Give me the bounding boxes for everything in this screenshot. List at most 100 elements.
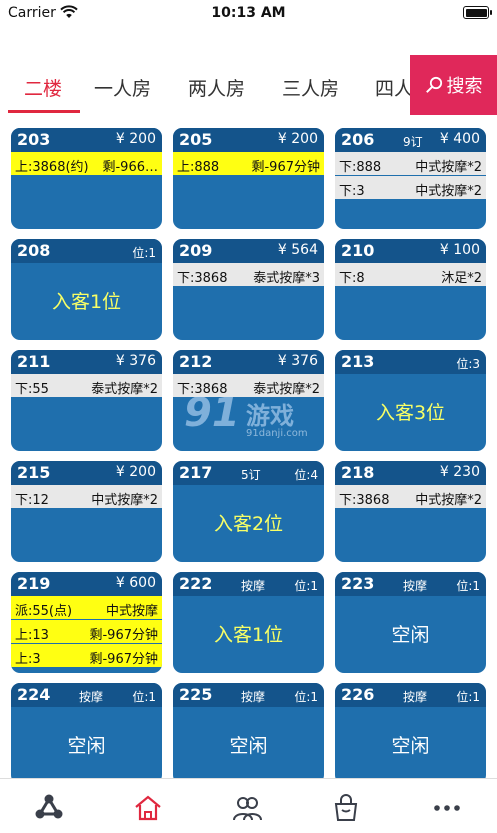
room-seats: 位:1: [132, 246, 156, 260]
room-tag: 按摩: [403, 690, 428, 704]
search-button[interactable]: 搜索: [410, 55, 497, 115]
room-seats: 位:1: [294, 690, 318, 704]
room-header: 225 按摩 位:1: [173, 683, 324, 707]
room-card[interactable]: 223 按摩 位:1 空闲: [335, 572, 486, 673]
service-staff: 上:3: [15, 652, 41, 667]
room-card[interactable]: 213 位:3 入客3位: [335, 350, 486, 451]
room-card[interactable]: 205 ¥ 200 上:888 剩-967分钟: [173, 128, 324, 229]
home-icon[interactable]: [133, 793, 163, 823]
room-number: 219: [17, 574, 51, 593]
room-price: ¥ 564: [277, 242, 318, 258]
room-status-occupied: 入客1位: [213, 624, 284, 646]
room-number: 213: [341, 352, 375, 371]
more-icon[interactable]: [432, 793, 462, 823]
network-icon[interactable]: [34, 793, 64, 823]
room-price: ¥ 376: [277, 353, 318, 369]
tab-floor-2[interactable]: 二楼: [24, 74, 62, 101]
room-number: 211: [17, 352, 51, 371]
service-detail: 中式按摩*2: [415, 160, 482, 175]
room-price: ¥ 200: [115, 131, 156, 147]
room-card[interactable]: 222 按摩 位:1 入客1位: [173, 572, 324, 673]
room-service-line: 下:3868 泰式按摩*3: [173, 263, 324, 286]
room-service-line: 下:12 中式按摩*2: [11, 485, 162, 508]
room-number: 226: [341, 685, 375, 704]
room-number: 208: [17, 241, 51, 260]
room-price: ¥ 200: [277, 131, 318, 147]
room-price: ¥ 200: [115, 464, 156, 480]
room-card[interactable]: 209 ¥ 564 下:3868 泰式按摩*3: [173, 239, 324, 340]
room-number: 206: [341, 130, 375, 149]
service-staff: 下:3868: [177, 271, 228, 286]
service-detail: 剩-967分钟: [89, 628, 158, 643]
room-seats: 位:1: [456, 579, 480, 593]
room-card[interactable]: 218 ¥ 230 下:3868 中式按摩*2: [335, 461, 486, 562]
room-card[interactable]: 206 9订 ¥ 400 下:888 中式按摩*2 下:3 中式按摩*2: [335, 128, 486, 229]
room-number: 210: [341, 241, 375, 260]
room-tag: 9订: [403, 135, 423, 149]
service-detail: 沐足*2: [441, 271, 482, 286]
room-card[interactable]: 217 5订 位:4 入客2位: [173, 461, 324, 562]
room-seats: 位:1: [456, 690, 480, 704]
room-tag: 5订: [241, 468, 261, 482]
room-header: 224 按摩 位:1: [11, 683, 162, 707]
search-icon: [425, 76, 442, 93]
room-card[interactable]: 210 ¥ 100 下:8 沐足*2: [335, 239, 486, 340]
tab-double-room[interactable]: 两人房: [188, 74, 245, 101]
service-detail: 剩-966…: [102, 160, 158, 175]
room-header: 223 按摩 位:1: [335, 572, 486, 596]
room-header: 209 ¥ 564: [173, 239, 324, 263]
service-detail: 中式按摩*2: [415, 493, 482, 508]
room-card[interactable]: 211 ¥ 376 下:55 泰式按摩*2: [11, 350, 162, 451]
room-card[interactable]: 219 ¥ 600 派:55(点) 中式按摩 上:13 剩-967分钟 上:3 剩-967分钟: [11, 572, 162, 673]
room-header: 211 ¥ 376: [11, 350, 162, 374]
room-number: 215: [17, 463, 51, 482]
room-tag: 按摩: [241, 579, 266, 593]
room-price: ¥ 230: [439, 464, 480, 480]
room-header: 205 ¥ 200: [173, 128, 324, 152]
room-service-line: 派:55(点) 中式按摩: [11, 596, 162, 619]
room-header: 218 ¥ 230: [335, 461, 486, 485]
room-seats: 位:4: [294, 468, 318, 482]
room-number: 224: [17, 685, 51, 704]
room-header: 206 9订 ¥ 400: [335, 128, 486, 152]
service-staff: 上:888: [177, 160, 220, 175]
room-number: 203: [17, 130, 51, 149]
room-header: 219 ¥ 600: [11, 572, 162, 596]
room-price: ¥ 376: [115, 353, 156, 369]
search-label: 搜索: [446, 76, 483, 97]
room-service-line: 下:3868 中式按摩*2: [335, 485, 486, 508]
service-detail: 泰式按摩*3: [253, 271, 320, 286]
room-card[interactable]: 208 位:1 入客1位: [11, 239, 162, 340]
room-card[interactable]: 225 按摩 位:1 空闲: [173, 683, 324, 784]
room-tag: 按摩: [79, 690, 104, 704]
service-staff: 下:55: [15, 382, 49, 397]
room-tag: 按摩: [403, 579, 428, 593]
tab-quad-room[interactable]: 四人: [375, 74, 410, 101]
room-service-line: 上:13 剩-967分钟: [11, 620, 162, 643]
service-staff: 下:12: [15, 493, 49, 508]
tab-triple-room[interactable]: 三人房: [282, 74, 339, 101]
room-service-line: 上:3 剩-967分钟: [11, 644, 162, 667]
bottom-navigation: [0, 778, 497, 833]
room-header: 212 ¥ 376: [173, 350, 324, 374]
room-status-occupied: 入客1位: [51, 291, 122, 313]
room-card[interactable]: 224 按摩 位:1 空闲: [11, 683, 162, 784]
room-service-line: 下:3 中式按摩*2: [335, 176, 486, 199]
room-header: 226 按摩 位:1: [335, 683, 486, 707]
people-icon[interactable]: [232, 793, 262, 823]
room-seats: 位:3: [456, 357, 480, 371]
room-card[interactable]: 215 ¥ 200 下:12 中式按摩*2: [11, 461, 162, 562]
service-staff: 派:55(点): [15, 604, 73, 619]
tab-single-room[interactable]: 一人房: [94, 74, 151, 101]
bag-icon[interactable]: [331, 793, 361, 823]
room-number: 225: [179, 685, 213, 704]
room-service-line: 下:8 沐足*2: [335, 263, 486, 286]
room-price: ¥ 100: [439, 242, 480, 258]
room-card[interactable]: 203 ¥ 200 上:3868(约) 剩-966…: [11, 128, 162, 229]
service-staff: 下:3868: [339, 493, 390, 508]
room-seats: 位:1: [294, 579, 318, 593]
room-header: 203 ¥ 200: [11, 128, 162, 152]
room-status-idle: 空闲: [67, 735, 106, 757]
room-header: 210 ¥ 100: [335, 239, 486, 263]
room-card[interactable]: 226 按摩 位:1 空闲: [335, 683, 486, 784]
